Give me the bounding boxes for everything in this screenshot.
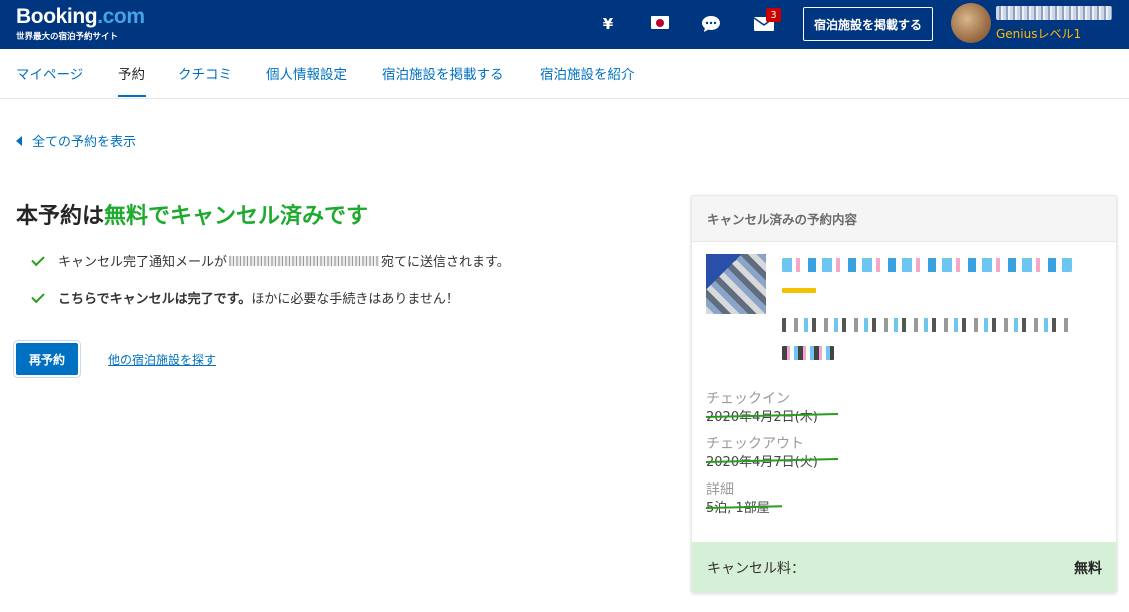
currency-selector[interactable]: ¥ (598, 12, 618, 36)
star-rating-redacted (782, 288, 816, 293)
checkin-label: チェックイン (706, 391, 790, 407)
nav-list-property[interactable]: 宿泊施設を掲載する (382, 63, 504, 83)
logo-tagline: 世界最大の宿泊予約サイト (16, 32, 119, 42)
check-icon (31, 252, 45, 266)
cancellation-fee-row: キャンセル料： 無料 (692, 542, 1116, 592)
chat-icon[interactable] (700, 12, 722, 36)
username-redacted[interactable] (996, 6, 1112, 20)
find-other-properties-link[interactable]: 他の宿泊施設を探す (108, 351, 216, 368)
fee-value: 無料 (1074, 561, 1102, 577)
nav-bookings[interactable]: 予約 (118, 63, 145, 83)
fee-label: キャンセル料： (707, 561, 805, 577)
property-address-redacted (782, 318, 1072, 332)
account-nav: マイページ 予約 クチコミ 個人情報設定 宿泊施設を掲載する 宿泊施設を紹介 (0, 49, 1129, 99)
page-title: 本予約は無料でキャンセル済みです (16, 204, 369, 229)
genius-level[interactable]: Geniusレベル1 (996, 25, 1081, 42)
nav-refer-property[interactable]: 宿泊施設を紹介 (540, 63, 635, 83)
language-flag-icon[interactable] (651, 16, 669, 29)
user-avatar[interactable] (951, 3, 991, 43)
view-all-bookings-link[interactable]: 全ての予約を表示 (16, 131, 136, 150)
confirmation-line-email: キャンセル完了通知メールが 宛てに送信されます。 (31, 251, 510, 270)
checkout-label: チェックアウト (706, 436, 804, 452)
active-tab-indicator (118, 95, 146, 97)
nav-reviews[interactable]: クチコミ (178, 63, 232, 83)
top-header: Booking.com 世界最大の宿泊予約サイト ¥ 3 宿泊施設を掲載する G… (0, 0, 1129, 49)
mail-count-badge: 3 (766, 8, 781, 22)
caret-left-icon (16, 135, 22, 146)
details-label: 詳細 (706, 482, 734, 498)
back-link-label: 全ての予約を表示 (32, 135, 137, 150)
property-name-redacted[interactable] (782, 258, 1072, 272)
nav-personal-settings[interactable]: 個人情報設定 (266, 63, 347, 83)
email-redacted (229, 255, 380, 266)
confirmation-line-complete: こちらでキャンセルは完了です。 ほかに必要な手続きはありません！ (31, 288, 459, 307)
card-heading: キャンセル済みの予約内容 (692, 196, 1116, 242)
cancelled-booking-card: キャンセル済みの予約内容 チェックイン 2020年4月2日(木) チェックアウト… (691, 195, 1117, 593)
list-property-button[interactable]: 宿泊施設を掲載する (803, 7, 933, 41)
property-thumbnail[interactable] (706, 254, 766, 314)
nav-mypage[interactable]: マイページ (16, 63, 83, 83)
property-city-redacted (782, 346, 834, 360)
booking-logo[interactable]: Booking.com (16, 5, 145, 29)
check-icon (31, 289, 45, 303)
rebook-button[interactable]: 再予約 (16, 343, 78, 375)
